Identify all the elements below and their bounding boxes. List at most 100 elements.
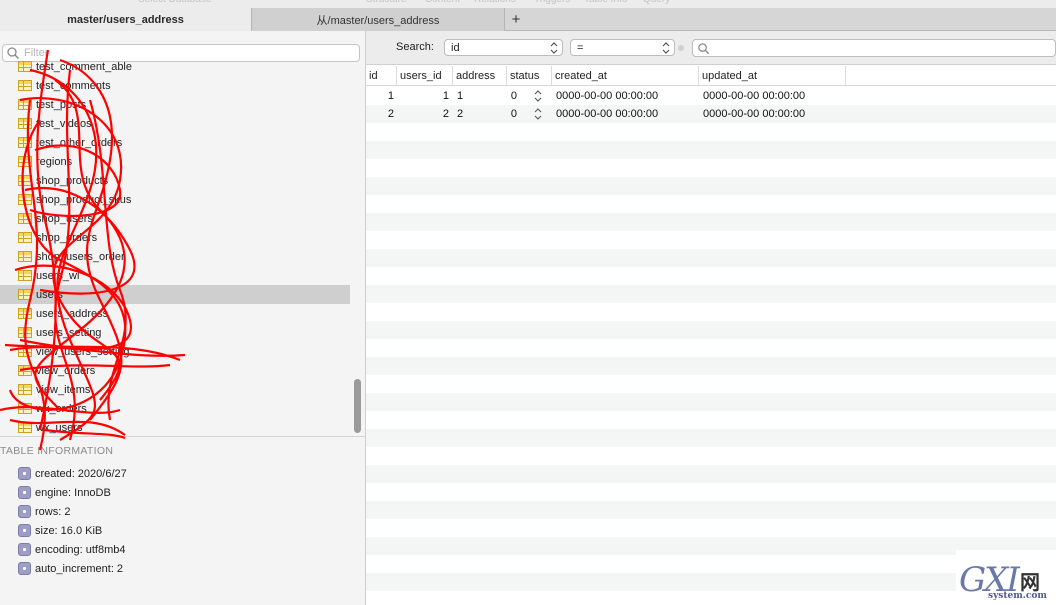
sidebar-table-item[interactable]: shop_users <box>0 209 350 228</box>
status-stepper-icon[interactable] <box>534 105 544 123</box>
sidebar-table-item[interactable]: shop_product_skus <box>0 190 350 209</box>
empty-row <box>366 123 1056 141</box>
cell-address[interactable]: 2 <box>457 105 497 123</box>
info-text: encoding: utf8mb4 <box>35 543 126 556</box>
table-label: shop_users <box>36 212 93 225</box>
sidebar-table-item[interactable]: test_other_orders <box>0 133 350 152</box>
sidebar-table-item[interactable]: test_videos <box>0 114 350 133</box>
column-header[interactable]: address <box>453 66 507 86</box>
sidebar-table-item[interactable]: users <box>0 285 350 304</box>
sidebar-table-item[interactable]: users_address <box>0 304 350 323</box>
cell-created-at[interactable]: 0000-00-00 00:00:00 <box>556 87 696 105</box>
table-label: users <box>36 288 63 301</box>
cell-created-at[interactable]: 0000-00-00 00:00:00 <box>556 105 696 123</box>
cell-id[interactable]: 2 <box>366 105 394 123</box>
empty-row <box>366 285 1056 303</box>
info-property-icon <box>18 524 31 537</box>
empty-row <box>366 465 1056 483</box>
watermark-domain: system.com <box>988 591 1047 601</box>
search-field-select[interactable]: id <box>444 39 563 56</box>
empty-row <box>366 195 1056 213</box>
sidebar-table-item[interactable]: test_comment_able <box>0 57 350 76</box>
search-value-input[interactable] <box>692 39 1056 57</box>
toolbar-faded-label: Query <box>643 0 670 5</box>
tab-bar: master/users_address 从/master/users_addr… <box>0 8 1056 31</box>
sidebar-table-item[interactable]: test_posts <box>0 95 350 114</box>
search-field-value: id <box>451 41 460 54</box>
sidebar-table-item[interactable]: view_orders <box>0 361 350 380</box>
info-text: size: 16.0 KiB <box>35 524 103 537</box>
sidebar-table-item[interactable]: regions <box>0 152 350 171</box>
status-dot <box>678 45 684 51</box>
table-label: test_comment_able <box>36 60 132 73</box>
divider <box>0 436 365 437</box>
table-label: shop_orders <box>36 231 98 244</box>
table-icon <box>18 232 32 243</box>
search-bar: Search: id = <box>366 31 1056 65</box>
cell-updated-at[interactable]: 0000-00-00 00:00:00 <box>703 87 843 105</box>
table-icon <box>18 327 32 338</box>
info-property-icon <box>18 543 31 556</box>
sidebar-table-item[interactable]: wx_orders <box>0 399 350 418</box>
table-label: view_items <box>36 383 91 396</box>
table-label: view_users_setting <box>36 345 130 358</box>
table-row[interactable]: 2 2 2 0 0000-00-00 00:00:00 0000-00-00 00:00:… <box>366 105 1056 123</box>
cell-users-id[interactable]: 2 <box>397 105 449 123</box>
table-label: test_videos <box>36 117 92 130</box>
cell-users-id[interactable]: 1 <box>397 87 449 105</box>
table-label: wx_orders <box>36 402 87 415</box>
table-label: shop_products <box>36 174 109 187</box>
add-tab-button[interactable]: + <box>505 8 527 31</box>
table-icon <box>18 194 32 205</box>
cell-address[interactable]: 1 <box>457 87 497 105</box>
column-header[interactable]: updated_at <box>699 66 846 86</box>
cell-updated-at[interactable]: 0000-00-00 00:00:00 <box>703 105 843 123</box>
status-stepper-icon[interactable] <box>534 87 544 105</box>
table-info-item: size: 16.0 KiB <box>18 523 102 538</box>
sidebar-table-item[interactable]: wx_users <box>0 418 350 437</box>
table-label: wx_users <box>36 421 83 434</box>
sidebar-scrollbar[interactable] <box>354 379 361 433</box>
info-property-icon <box>18 505 31 518</box>
table-icon <box>18 346 32 357</box>
empty-row <box>366 501 1056 519</box>
table-info-item: auto_increment: 2 <box>18 561 123 576</box>
empty-row <box>366 483 1056 501</box>
search-operator-select[interactable]: = <box>570 39 675 56</box>
table-icon <box>18 118 32 129</box>
table-info-item: rows: 2 <box>18 504 70 519</box>
empty-row <box>366 447 1056 465</box>
sidebar-table-item[interactable]: view_items <box>0 380 350 399</box>
tab-slave-users-address[interactable]: 从/master/users_address <box>252 8 505 31</box>
empty-row <box>366 429 1056 447</box>
table-label: view_orders <box>36 364 96 377</box>
empty-row <box>366 375 1056 393</box>
column-header[interactable]: users_id <box>397 66 453 86</box>
sidebar-table-item[interactable]: test_comments <box>0 76 350 95</box>
sidebar-table-item[interactable]: shop_orders <box>0 228 350 247</box>
table-label: test_other_orders <box>36 136 123 149</box>
tab-users-address[interactable]: master/users_address <box>0 8 252 31</box>
empty-row <box>366 177 1056 195</box>
sidebar-table-item[interactable]: users_setting <box>0 323 350 342</box>
cell-status[interactable]: 0 <box>507 87 517 105</box>
empty-row <box>366 339 1056 357</box>
table-label: shop_product_skus <box>36 193 132 206</box>
column-header[interactable]: id <box>366 66 397 86</box>
cell-id[interactable]: 1 <box>366 87 394 105</box>
table-label: users_wi <box>36 269 80 282</box>
info-text: created: 2020/6/27 <box>35 467 127 480</box>
column-header[interactable]: status <box>507 66 552 86</box>
sidebar-table-item[interactable]: shop_users_order <box>0 247 350 266</box>
sidebar-table-item[interactable]: users_wi <box>0 266 350 285</box>
table-row[interactable]: 1 1 1 0 0000-00-00 00:00:00 0000-00-00 00:00:… <box>366 87 1056 105</box>
table-icon <box>18 403 32 414</box>
grid-header: id users_id address status created_at updated… <box>366 66 1056 86</box>
empty-row <box>366 303 1056 321</box>
sidebar-table-item[interactable]: view_users_setting <box>0 342 350 361</box>
cell-status[interactable]: 0 <box>507 105 517 123</box>
table-icon <box>18 422 32 433</box>
sidebar-table-item[interactable]: shop_products <box>0 171 350 190</box>
table-icon <box>18 251 32 262</box>
column-header[interactable]: created_at <box>552 66 699 86</box>
